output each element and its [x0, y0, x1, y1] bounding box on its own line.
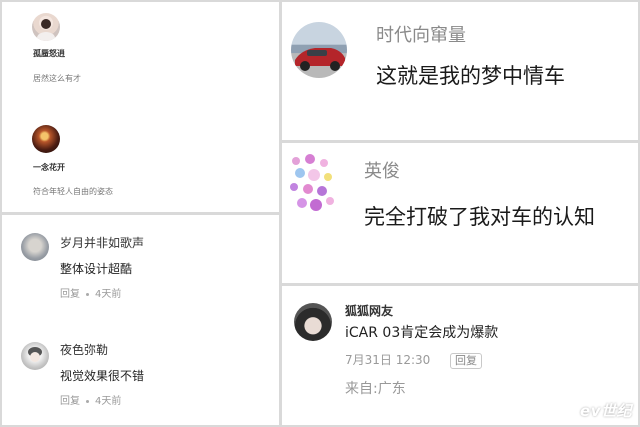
separator-dot: [86, 399, 89, 403]
comment-username[interactable]: 英俊: [364, 163, 400, 181]
comment-card-left-bottom: 岁月并非如歌声 整体设计超酷 回复 4天前 夜色弥勒 视觉效果很不错 回复 4天前: [2, 215, 279, 425]
separator-dot: [86, 292, 89, 296]
comment-text: 符合年轻人自由的姿态: [33, 187, 113, 196]
user-avatar[interactable]: [32, 125, 60, 153]
user-avatar[interactable]: [21, 342, 49, 370]
comment-text: 居然这么有才: [33, 74, 81, 83]
comment-username[interactable]: 孤蜃怒逍: [33, 50, 65, 58]
comment-meta: 回复 4天前: [60, 397, 121, 407]
comment-username[interactable]: 岁月并非如歌声: [60, 237, 144, 249]
comment-text: 完全打破了我对车的认知: [364, 205, 595, 229]
user-avatar[interactable]: [32, 13, 60, 41]
portrait-icon: [37, 19, 55, 41]
user-avatar[interactable]: [286, 153, 346, 217]
comment-username[interactable]: 一念花开: [33, 164, 65, 172]
comment-meta: 回复 4天前: [60, 290, 121, 300]
comment-username[interactable]: 时代向窜量: [376, 27, 466, 45]
user-avatar[interactable]: [291, 22, 347, 78]
car-icon: [295, 48, 345, 71]
comment-text: 整体设计超酷: [60, 262, 133, 276]
comment-username[interactable]: 狐狐网友: [345, 305, 393, 317]
reply-button[interactable]: 回复: [450, 353, 482, 369]
watermark-logo: ev世纪: [580, 402, 632, 420]
flower-avatar-icon: [290, 154, 334, 211]
comment-location: 来自:广东: [345, 381, 406, 397]
reply-link[interactable]: 回复: [60, 289, 80, 300]
comment-time: 4天前: [95, 289, 122, 300]
comment-text: iCAR 03肯定会成为爆款: [345, 325, 499, 341]
comment-card-left-top: 孤蜃怒逍 居然这么有才 一念花开 符合年轻人自由的姿态: [2, 2, 279, 212]
comment-time: 4天前: [95, 396, 122, 407]
comment-text: 这就是我的梦中情车: [376, 64, 565, 88]
user-avatar[interactable]: [21, 233, 49, 261]
comment-username[interactable]: 夜色弥勒: [60, 344, 108, 356]
reply-link[interactable]: 回复: [60, 396, 80, 407]
comment-date: 7月31日 12:30: [345, 353, 431, 367]
comment-card-right-2: 英俊 完全打破了我对车的认知: [282, 143, 638, 283]
comment-card-right-1: 时代向窜量 这就是我的梦中情车: [282, 2, 638, 140]
user-avatar[interactable]: [294, 303, 332, 341]
comment-text: 视觉效果很不错: [60, 369, 145, 383]
portrait-icon: [28, 347, 42, 362]
